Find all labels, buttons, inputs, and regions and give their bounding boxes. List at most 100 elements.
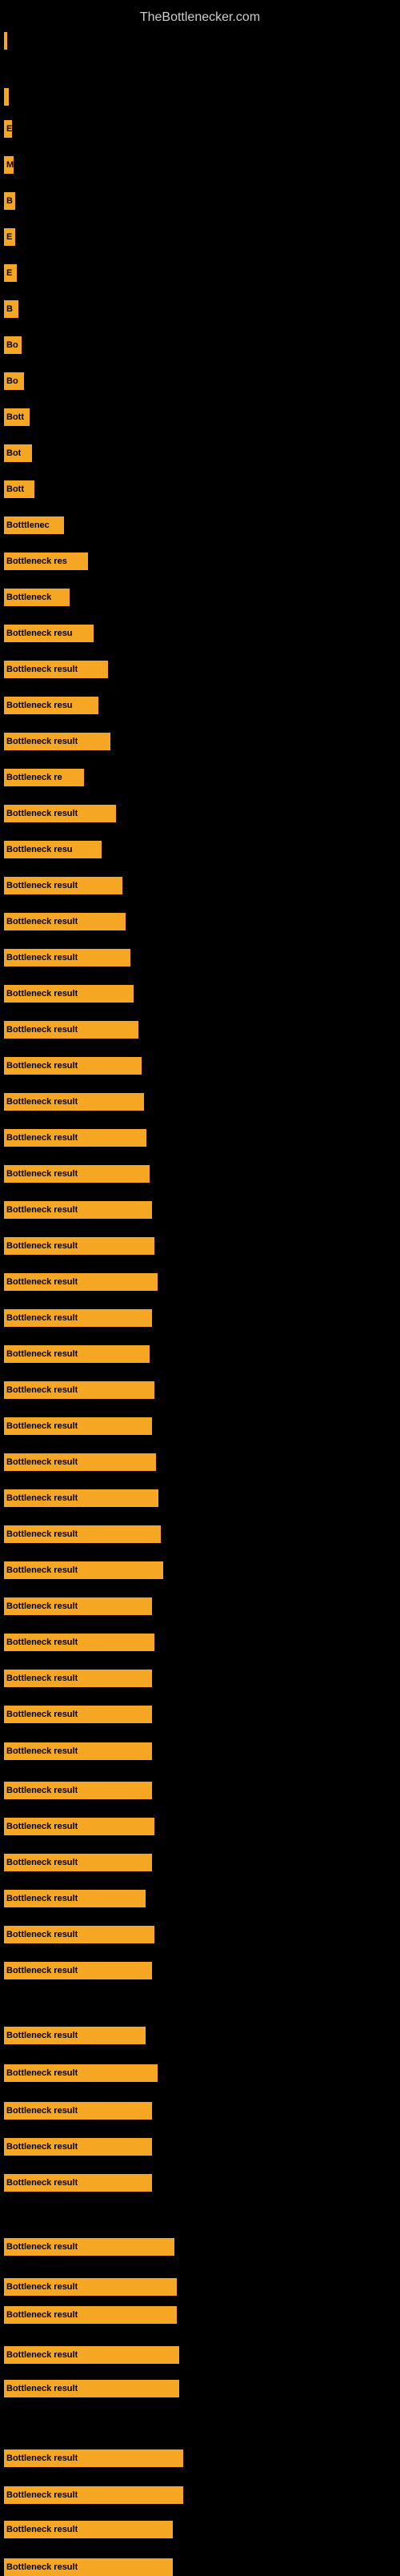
bar-item: Bottleneck result bbox=[4, 913, 126, 930]
bar-label: Bottleneck result bbox=[6, 1894, 78, 1903]
bar: Bottleneck result bbox=[4, 1926, 154, 1943]
bar-item: Bottleneck result bbox=[4, 2174, 152, 2192]
bar-label: Bottleneck result bbox=[6, 1930, 78, 1939]
bar-item: Botttlenec bbox=[4, 516, 64, 534]
bar: Bottleneck result bbox=[4, 1129, 146, 1147]
bar-label: Bottleneck result bbox=[6, 989, 78, 999]
bar-item bbox=[4, 88, 9, 106]
bar-label: Bottleneck resu bbox=[6, 629, 73, 638]
bar-label: Bottleneck result bbox=[6, 2142, 78, 2152]
bar: Bottleneck result bbox=[4, 2306, 177, 2324]
bar-item: Bottleneck result bbox=[4, 1890, 146, 1907]
bar-item: E bbox=[4, 264, 17, 282]
bar-item: Bottleneck result bbox=[4, 2102, 152, 2120]
bar-label: Bottleneck result bbox=[6, 2525, 78, 2534]
bar-label: Bottleneck result bbox=[6, 1493, 78, 1503]
bar-label: Bottleneck result bbox=[6, 1025, 78, 1035]
bar-item: Bottleneck result bbox=[4, 2278, 177, 2296]
bar-item: Bottleneck result bbox=[4, 2027, 146, 2044]
bar-item: Bottleneck result bbox=[4, 733, 110, 750]
bar-item: Bottleneck resu bbox=[4, 841, 102, 858]
bar: Bottleneck result bbox=[4, 1890, 146, 1907]
bar-item: Bottleneck result bbox=[4, 1021, 138, 1039]
bar-label: Bottleneck result bbox=[6, 2384, 78, 2393]
bar: Bottleneck result bbox=[4, 1561, 163, 1579]
bar-item: Bottleneck re bbox=[4, 769, 84, 786]
bar: Bottleneck result bbox=[4, 1165, 150, 1183]
bar: Bottleneck result bbox=[4, 2346, 179, 2364]
bar-label: Bottleneck result bbox=[6, 665, 78, 674]
bar: Bottleneck res bbox=[4, 553, 88, 570]
bar-label: Bottleneck result bbox=[6, 2068, 78, 2078]
bar bbox=[4, 88, 9, 106]
bar: Bottleneck bbox=[4, 589, 70, 606]
bar-label: Bottleneck result bbox=[6, 1966, 78, 1975]
bar: Bottleneck resu bbox=[4, 697, 98, 714]
bar-label: Bot bbox=[6, 448, 21, 458]
bar-item: Bottleneck result bbox=[4, 1525, 161, 1543]
bar-label: Bottleneck result bbox=[6, 2350, 78, 2360]
bar-label: Bottleneck result bbox=[6, 1205, 78, 1215]
bar-item bbox=[4, 32, 7, 50]
bar-item: Bottleneck result bbox=[4, 1309, 152, 1327]
bar: Bottleneck result bbox=[4, 1237, 154, 1255]
bar-item: Bottleneck result bbox=[4, 2380, 179, 2397]
bar-item: Bottleneck result bbox=[4, 2238, 174, 2256]
bar: Bottleneck result bbox=[4, 1201, 152, 1219]
bar: Bottleneck result bbox=[4, 1818, 154, 1835]
bar: Bottleneck result bbox=[4, 661, 108, 678]
bar: Bott bbox=[4, 480, 34, 498]
bar: Bottleneck result bbox=[4, 1489, 158, 1507]
bar: Bottleneck result bbox=[4, 1634, 154, 1651]
bar-label: Bottleneck result bbox=[6, 881, 78, 890]
bar-label: Bottleneck result bbox=[6, 2178, 78, 2188]
bar-label: Bottleneck result bbox=[6, 1097, 78, 1107]
bar: Bottleneck result bbox=[4, 2521, 173, 2538]
bar-label: B bbox=[6, 304, 13, 314]
bar: E bbox=[4, 120, 12, 138]
bar-label: Bottleneck result bbox=[6, 2031, 78, 2040]
bar: Bottleneck result bbox=[4, 2558, 173, 2576]
bar-item: B bbox=[4, 300, 18, 318]
bar: Bottleneck result bbox=[4, 1273, 158, 1291]
bar: B bbox=[4, 300, 18, 318]
bar-label: E bbox=[6, 232, 12, 242]
bar-item: Bottleneck result bbox=[4, 2138, 152, 2156]
bar: Botttlenec bbox=[4, 516, 64, 534]
bar-label: Bottleneck result bbox=[6, 1858, 78, 1867]
bar-label: Bottleneck result bbox=[6, 1385, 78, 1395]
bar: Bottleneck resu bbox=[4, 625, 94, 642]
bar-label: Bottleneck result bbox=[6, 953, 78, 962]
bar: Bottleneck result bbox=[4, 2027, 146, 2044]
bar-item: Bottleneck result bbox=[4, 2486, 183, 2504]
bar-label: Bott bbox=[6, 484, 24, 494]
bar: Bottleneck result bbox=[4, 2064, 158, 2082]
bar-item: Bottleneck result bbox=[4, 1417, 152, 1435]
bar-label: Bottleneck result bbox=[6, 1746, 78, 1756]
bar-label: Bottleneck result bbox=[6, 2453, 78, 2463]
bar: Bottleneck result bbox=[4, 2238, 174, 2256]
bar-item: Bot bbox=[4, 444, 32, 462]
site-title: TheBottlenecker.com bbox=[0, 4, 400, 31]
bar-label: Bottleneck result bbox=[6, 2282, 78, 2292]
bar-label: B bbox=[6, 196, 13, 206]
bar-label: Bottleneck result bbox=[6, 1529, 78, 1539]
bar-item: Bottleneck result bbox=[4, 1706, 152, 1723]
bar: Bottleneck result bbox=[4, 1021, 138, 1039]
bar-item: Bo bbox=[4, 372, 24, 390]
bar: Bottleneck result bbox=[4, 913, 126, 930]
bar-item: Bottleneck result bbox=[4, 1670, 152, 1687]
bar: Bottleneck result bbox=[4, 2102, 152, 2120]
bar-item: Bottleneck result bbox=[4, 1782, 152, 1799]
bar-label: Bottleneck result bbox=[6, 1457, 78, 1467]
bar: Bottleneck result bbox=[4, 949, 130, 967]
bar: Bottleneck result bbox=[4, 1093, 144, 1111]
bar-item: Bottleneck result bbox=[4, 1453, 156, 1471]
bar-label: Bottleneck result bbox=[6, 1277, 78, 1287]
bar-label: Bottleneck result bbox=[6, 1061, 78, 1071]
bar-label: Bottleneck resu bbox=[6, 845, 73, 854]
bar: Bottleneck result bbox=[4, 1706, 152, 1723]
bar-item: Bottleneck result bbox=[4, 1962, 152, 1979]
bar: Bottleneck result bbox=[4, 1962, 152, 1979]
bar-label: Bottleneck result bbox=[6, 1241, 78, 1251]
